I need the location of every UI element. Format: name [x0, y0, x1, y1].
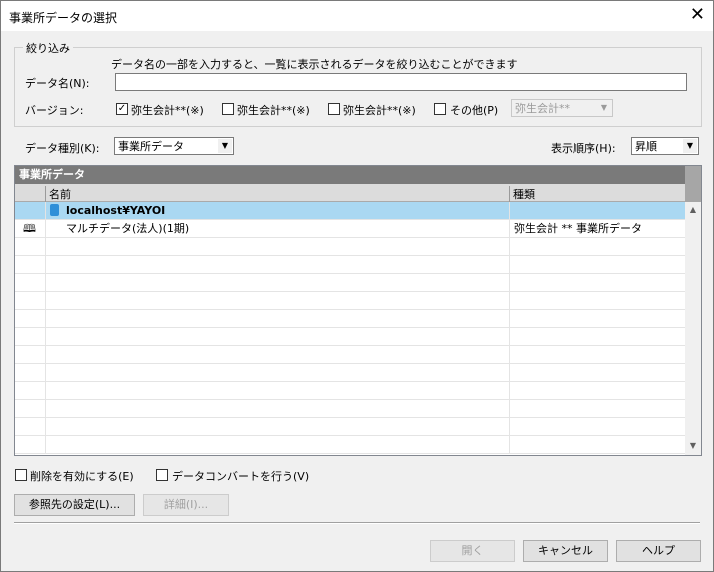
version-label-other: その他(P): [450, 104, 499, 117]
data-list[interactable]: 事業所データ 名前 種類 localhost¥YAYOI 🕮 マルチデータ(法人…: [14, 165, 702, 456]
list-item[interactable]: localhost¥YAYOI: [15, 202, 685, 220]
empty-row: [15, 346, 685, 364]
row-icon-cell: 🕮: [15, 220, 46, 237]
scroll-thumb[interactable]: [685, 166, 701, 202]
data-convert-checkbox[interactable]: [156, 469, 168, 481]
row-type: 弥生会計 ** 事業所データ: [514, 222, 642, 235]
chevron-down-icon: ▼: [683, 139, 697, 153]
help-button[interactable]: ヘルプ: [616, 540, 701, 562]
data-name-input[interactable]: [115, 73, 687, 91]
version-checkbox-other[interactable]: [434, 103, 446, 115]
row-name-cell: localhost¥YAYOI: [46, 202, 510, 219]
empty-row: [15, 256, 685, 274]
empty-row: [15, 382, 685, 400]
row-type: [511, 202, 685, 219]
close-icon[interactable]: ✕: [690, 5, 705, 25]
divider: [14, 522, 700, 524]
database-icon: [50, 204, 59, 216]
empty-row: [15, 400, 685, 418]
list-header: 事業所データ: [15, 166, 685, 184]
data-type-select[interactable]: 事業所データ ▼: [114, 137, 234, 155]
data-convert-label: データコンバートを行う(V): [172, 470, 310, 483]
sort-select[interactable]: 昇順 ▼: [631, 137, 699, 155]
empty-row: [15, 364, 685, 382]
data-name-label: データ名(N):: [25, 77, 90, 90]
version-label-1: 弥生会計**(※): [131, 104, 204, 117]
window-title: 事業所データの選択: [9, 11, 118, 25]
version-checkbox-1[interactable]: ✓: [116, 103, 128, 115]
enable-delete-label: 削除を有効にする(E): [30, 470, 134, 483]
column-type[interactable]: 種類: [513, 186, 535, 202]
chevron-down-icon: ▼: [597, 101, 611, 115]
data-type-label: データ種別(K):: [25, 142, 100, 155]
scroll-up-icon[interactable]: ▲: [685, 202, 701, 218]
empty-row: [15, 274, 685, 292]
version-checkbox-2[interactable]: [222, 103, 234, 115]
data-type-value: 事業所データ: [118, 140, 184, 153]
version-label-2: 弥生会計**(※): [237, 104, 310, 117]
title-bar: 事業所データの選択 ✕: [1, 1, 713, 31]
book-icon: 🕮: [23, 222, 36, 235]
other-version-select[interactable]: 弥生会計** ▼: [511, 99, 613, 117]
sort-label: 表示順序(H):: [551, 142, 616, 155]
other-version-value: 弥生会計**: [515, 102, 570, 115]
vertical-scrollbar[interactable]: ▲ ▼: [685, 166, 701, 455]
empty-row: [15, 418, 685, 436]
filter-group: 絞り込み データ名の一部を入力すると、一覧に表示されるデータを絞り込むことができ…: [14, 40, 702, 127]
chevron-down-icon: ▼: [218, 139, 232, 153]
row-name: マルチデータ(法人)(1期): [66, 222, 190, 235]
empty-row: [15, 238, 685, 256]
empty-row: [15, 292, 685, 310]
column-divider: [509, 186, 510, 203]
row-icon-cell: [15, 202, 46, 219]
enable-delete-checkbox[interactable]: [15, 469, 27, 481]
column-name[interactable]: 名前: [49, 186, 71, 202]
filter-hint: データ名の一部を入力すると、一覧に表示されるデータを絞り込むことができます: [111, 58, 518, 71]
cancel-button[interactable]: キャンセル: [523, 540, 608, 562]
version-label: バージョン:: [25, 104, 84, 117]
column-header: 名前 種類: [15, 184, 685, 203]
open-button[interactable]: 開く: [430, 540, 515, 562]
filter-group-title: 絞り込み: [23, 40, 73, 56]
sort-value: 昇順: [635, 140, 657, 153]
row-name-cell: マルチデータ(法人)(1期): [46, 220, 510, 237]
dialog-window: 事業所データの選択 ✕ 絞り込み データ名の一部を入力すると、一覧に表示されるデ…: [0, 0, 714, 572]
row-name: localhost¥YAYOI: [66, 204, 166, 217]
list-rows: localhost¥YAYOI 🕮 マルチデータ(法人)(1期) 弥生会計 **…: [15, 202, 685, 454]
column-divider: [45, 186, 46, 203]
empty-row: [15, 436, 685, 454]
reference-settings-button[interactable]: 参照先の設定(L)...: [14, 494, 135, 516]
version-checkbox-3[interactable]: [328, 103, 340, 115]
empty-row: [15, 310, 685, 328]
version-label-3: 弥生会計**(※): [343, 104, 416, 117]
list-item[interactable]: 🕮 マルチデータ(法人)(1期) 弥生会計 ** 事業所データ: [15, 220, 685, 238]
scroll-down-icon[interactable]: ▼: [685, 438, 701, 454]
empty-row: [15, 328, 685, 346]
details-button[interactable]: 詳細(I)...: [143, 494, 229, 516]
